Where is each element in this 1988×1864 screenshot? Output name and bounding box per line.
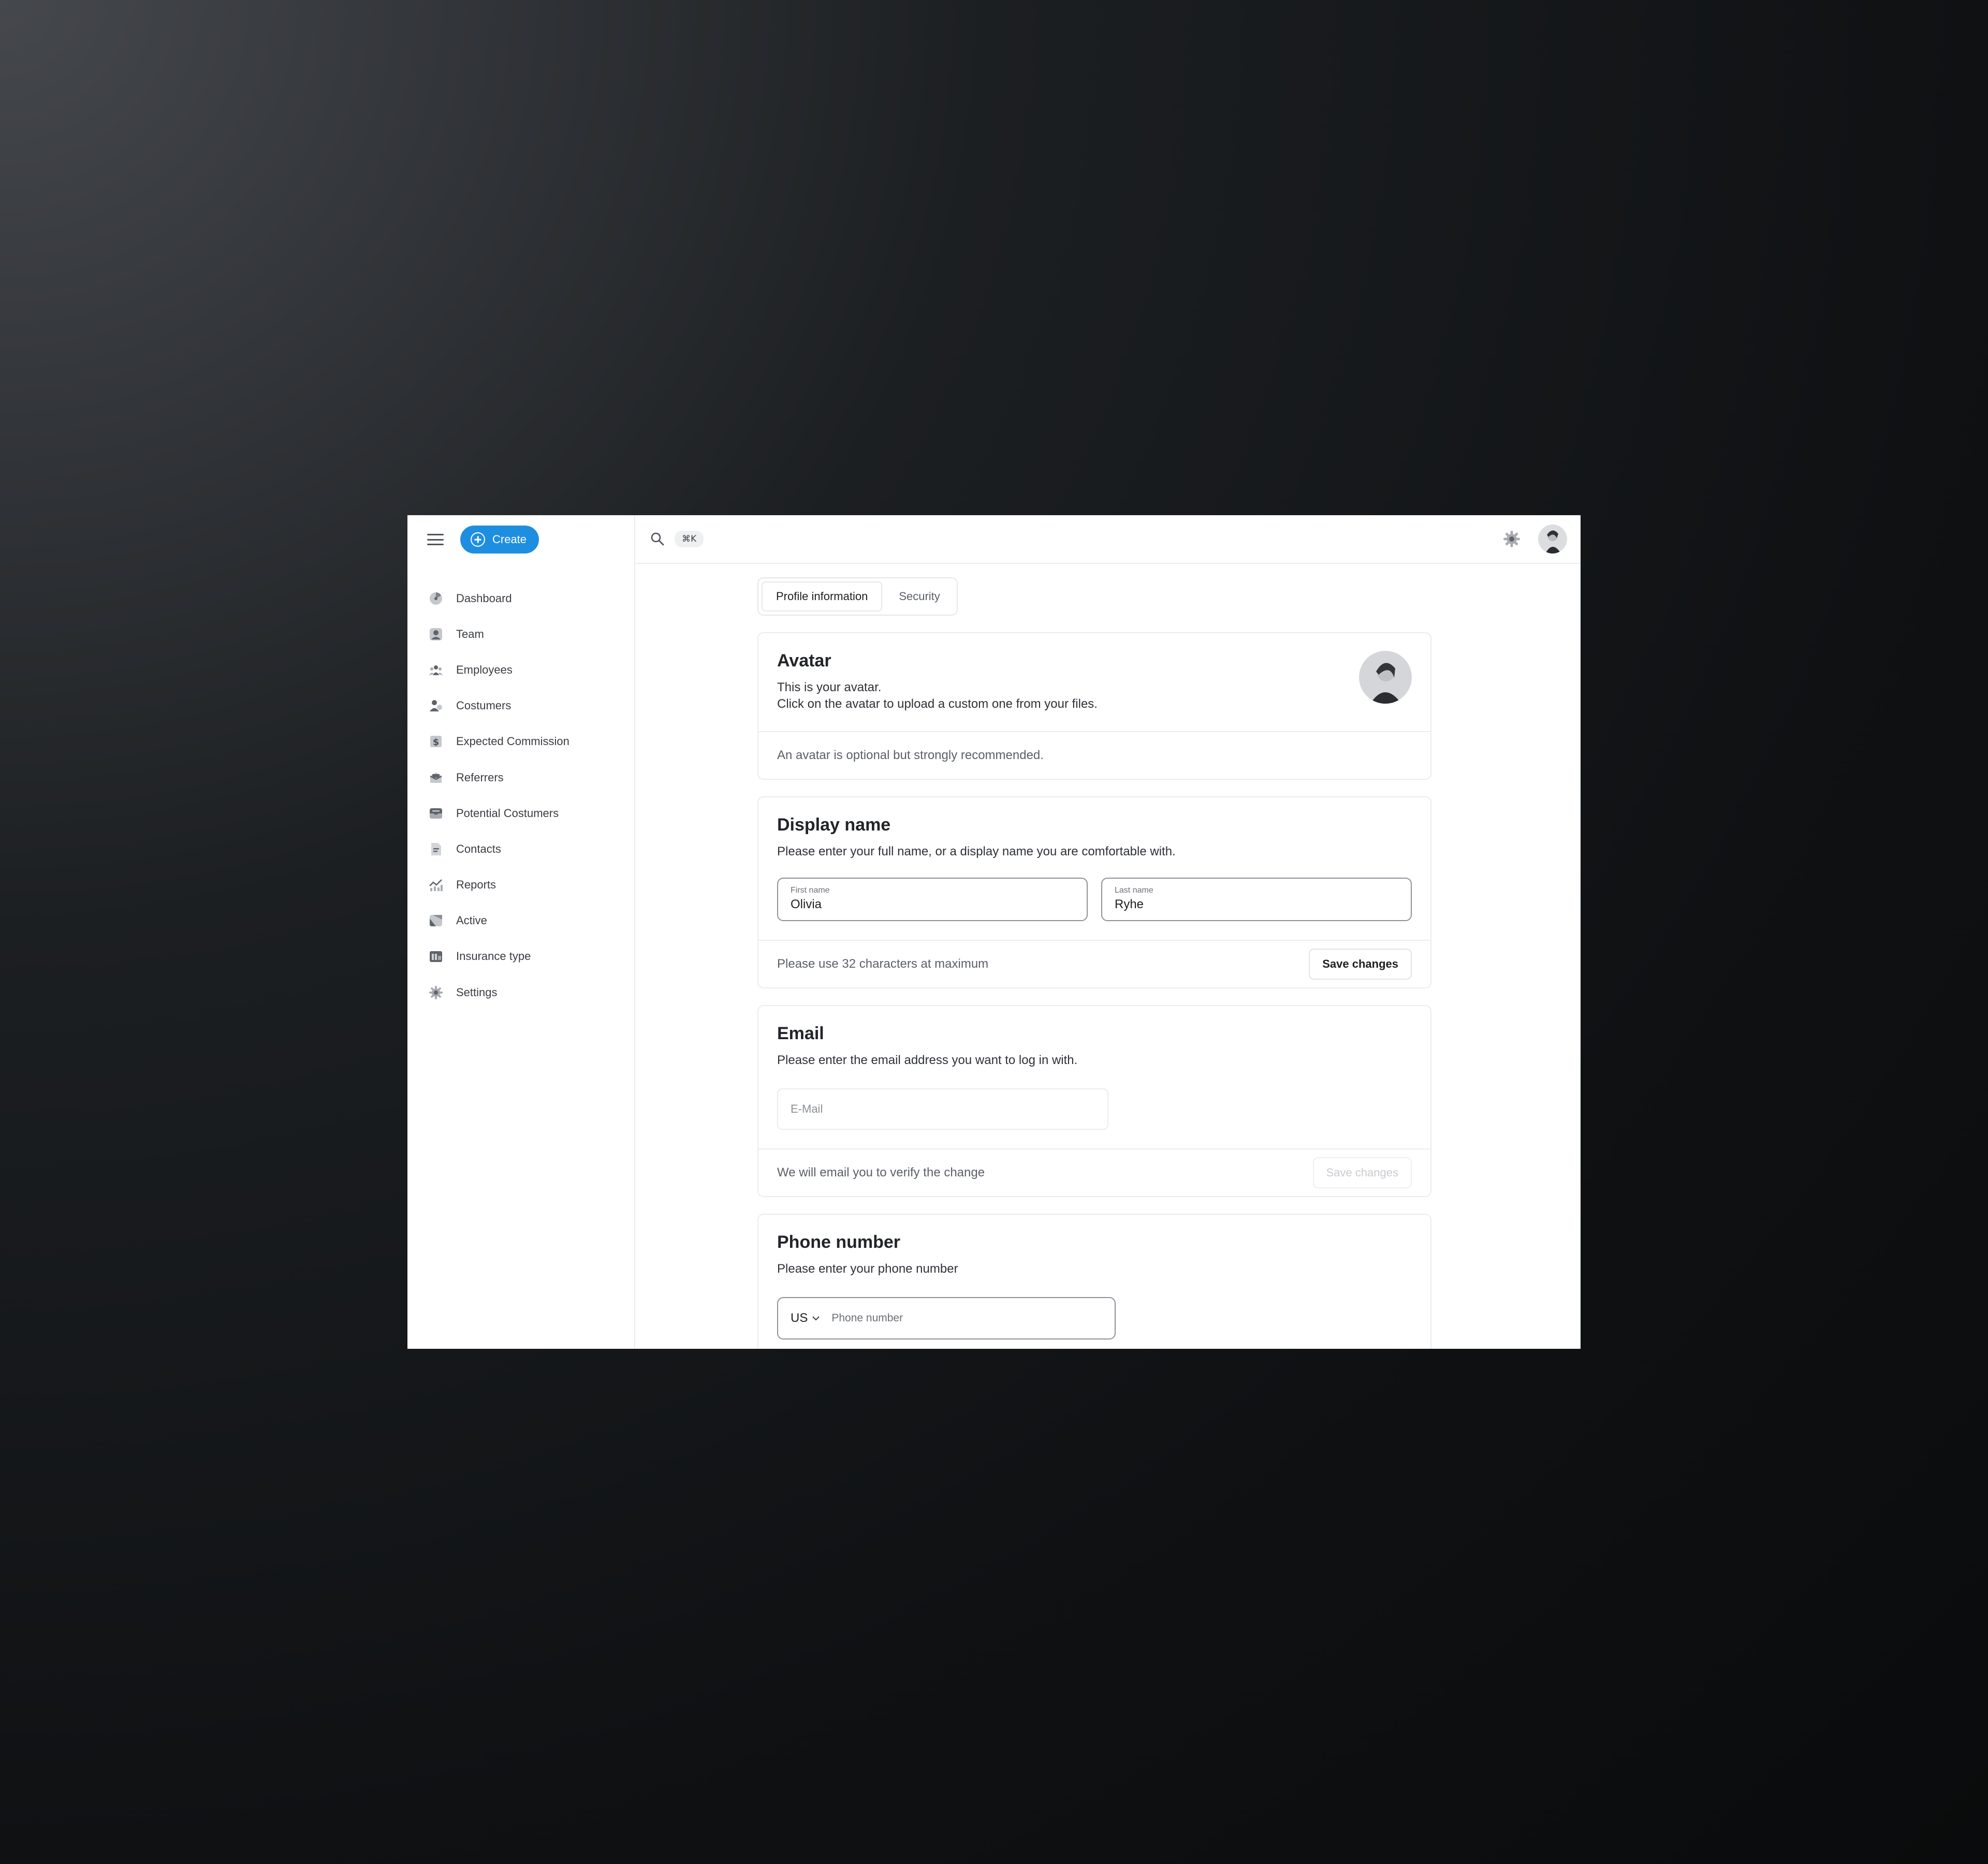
avatar-card-title: Avatar — [777, 651, 831, 671]
gear-icon — [428, 985, 444, 1000]
email-hint: We will email you to verify the change — [777, 1166, 985, 1179]
svg-text:$: $ — [433, 737, 440, 748]
chevron-down-icon — [812, 1316, 820, 1321]
sidebar-item-employees[interactable]: Employees — [407, 652, 634, 688]
pie-icon — [428, 913, 444, 928]
display-name-title: Display name — [777, 815, 891, 835]
sidebar-item-contacts[interactable]: Contacts — [407, 831, 634, 867]
referrers-icon — [428, 770, 444, 785]
user-avatar[interactable] — [1538, 525, 1567, 554]
contacts-icon — [428, 841, 444, 857]
settings-content: Profile information Security Avatar This… — [757, 577, 1431, 1349]
sidebar-nav: Dashboard Team Employees Costumers $ Exp… — [407, 564, 634, 1010]
avatar-card-description: This is your avatar. Click on the avatar… — [777, 679, 1412, 712]
country-code: US — [791, 1311, 808, 1325]
sidebar-item-label: Contacts — [456, 842, 501, 855]
avatar-desc-line2: Click on the avatar to upload a custom o… — [777, 697, 1098, 711]
phone-title: Phone number — [777, 1232, 901, 1252]
save-email-button[interactable]: Save changes — [1312, 1157, 1412, 1188]
dollar-icon: $ — [428, 734, 444, 749]
email-field[interactable] — [777, 1088, 1108, 1130]
display-name-card: Display name Please enter your full name… — [757, 796, 1431, 988]
phone-input[interactable] — [831, 1312, 1060, 1324]
team-icon — [428, 627, 444, 642]
first-name-field[interactable]: First name Olivia — [777, 878, 1088, 921]
sidebar-item-label: Costumers — [456, 699, 511, 712]
first-name-value: Olivia — [791, 897, 822, 911]
phone-card-body: Phone number Please enter your phone num… — [758, 1215, 1430, 1349]
sidebar-item-label: Reports — [456, 878, 496, 892]
name-fields: First name Olivia Last name Ryhe — [777, 878, 1412, 921]
customers-icon — [428, 698, 444, 713]
sidebar-item-expected-commission[interactable]: $ Expected Commission — [407, 724, 634, 760]
search-icon[interactable] — [650, 531, 665, 547]
sidebar: Create Dashboard Team Employees Costumer… — [407, 515, 635, 1349]
sidebar-item-label: Potential Costumers — [456, 806, 559, 820]
tab-profile-information[interactable]: Profile information — [762, 581, 883, 611]
email-card-body: Email Please enter the email address you… — [758, 1006, 1430, 1148]
email-card: Email Please enter the email address you… — [757, 1005, 1431, 1197]
display-name-card-body: Display name Please enter your full name… — [758, 797, 1430, 940]
sidebar-header: Create — [407, 515, 634, 564]
avatar-card: Avatar This is your avatar. Click on the… — [757, 632, 1431, 780]
sidebar-item-label: Settings — [456, 985, 498, 999]
sidebar-item-label: Employees — [456, 663, 513, 676]
sidebar-item-label: Insurance type — [456, 950, 531, 963]
tab-security[interactable]: Security — [885, 581, 953, 611]
display-name-hint: Please use 32 characters at maximum — [777, 957, 989, 971]
sidebar-item-dashboard[interactable]: Dashboard — [407, 580, 634, 616]
last-name-field[interactable]: Last name Ryhe — [1101, 878, 1412, 921]
gear-icon[interactable] — [1503, 530, 1521, 548]
phone-field: US — [777, 1297, 1116, 1339]
search-shortcut-badge: ⌘K — [675, 531, 704, 547]
avatar-upload[interactable] — [1359, 651, 1412, 704]
hamburger-menu-icon[interactable] — [427, 534, 444, 545]
app-window: Create Dashboard Team Employees Costumer… — [407, 515, 1581, 1349]
email-description: Please enter the email address you want … — [777, 1053, 1078, 1067]
sidebar-item-referrers[interactable]: Referrers — [407, 760, 634, 795]
phone-description: Please enter your phone number — [777, 1262, 958, 1276]
inbox-icon — [428, 806, 444, 821]
insurance-icon — [428, 949, 444, 964]
email-footer: We will email you to verify the change S… — [758, 1148, 1430, 1196]
create-button-label: Create — [492, 533, 527, 546]
sidebar-item-team[interactable]: Team — [407, 616, 634, 652]
dashboard-icon — [428, 591, 444, 606]
sidebar-item-insurance-type[interactable]: Insurance type — [407, 939, 634, 974]
avatar-hint: An avatar is optional but strongly recom… — [777, 748, 1044, 762]
topbar: ⌘K — [635, 515, 1581, 564]
sidebar-item-label: Team — [456, 627, 484, 640]
email-title: Email — [777, 1024, 824, 1043]
avatar-desc-line1: This is your avatar. — [777, 680, 882, 694]
employees-icon — [428, 662, 444, 678]
sidebar-item-label: Active — [456, 914, 487, 927]
sidebar-item-active[interactable]: Active — [407, 903, 634, 939]
avatar-card-body: Avatar This is your avatar. Click on the… — [758, 633, 1430, 731]
sidebar-item-costumers[interactable]: Costumers — [407, 688, 634, 724]
main-area: ⌘K Profile information Security Avatar T… — [635, 515, 1581, 1349]
sidebar-item-reports[interactable]: Reports — [407, 867, 634, 903]
avatar-card-footer: An avatar is optional but strongly recom… — [758, 731, 1430, 779]
sidebar-item-label: Referrers — [456, 770, 504, 784]
settings-tabs: Profile information Security — [757, 577, 958, 616]
sidebar-item-label: Dashboard — [456, 591, 512, 605]
last-name-value: Ryhe — [1115, 897, 1144, 911]
display-name-footer: Please use 32 characters at maximum Save… — [758, 940, 1430, 987]
sidebar-item-label: Expected Commission — [456, 735, 569, 748]
plus-circle-icon — [471, 532, 485, 547]
create-button[interactable]: Create — [460, 526, 539, 554]
last-name-label: Last name — [1115, 886, 1153, 895]
chart-icon — [428, 877, 444, 893]
phone-card: Phone number Please enter your phone num… — [757, 1214, 1431, 1349]
sidebar-item-settings[interactable]: Settings — [407, 974, 634, 1010]
save-name-button[interactable]: Save changes — [1309, 949, 1412, 980]
sidebar-item-potential-costumers[interactable]: Potential Costumers — [407, 795, 634, 831]
first-name-label: First name — [791, 886, 830, 895]
country-select[interactable]: US — [791, 1311, 820, 1326]
display-name-description: Please enter your full name, or a displa… — [777, 844, 1176, 858]
